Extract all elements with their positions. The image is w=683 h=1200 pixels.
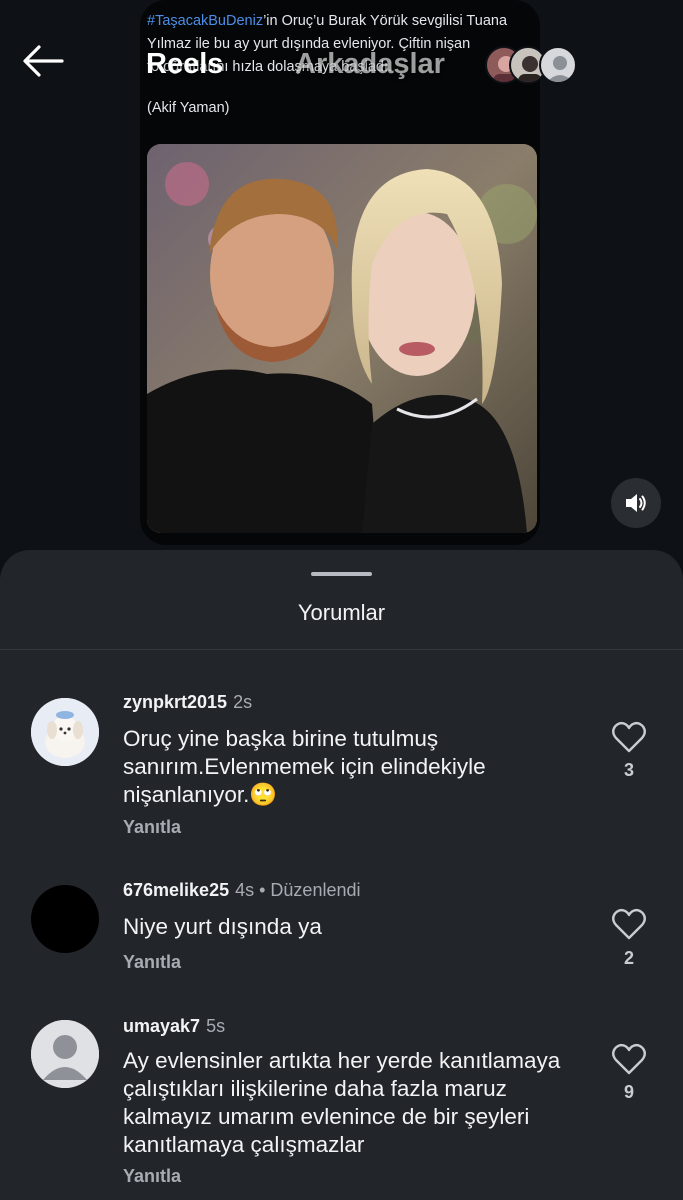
comment-avatar[interactable] xyxy=(31,698,99,766)
comment-time: 2s xyxy=(233,692,253,712)
comment-avatar[interactable] xyxy=(31,1020,99,1088)
separator-dot: • xyxy=(259,880,266,900)
tab-reels[interactable]: Reels xyxy=(146,48,223,81)
friend-avatar xyxy=(539,46,577,84)
comments-sheet: Yorumlar zynpkrt2015 2s Oruç yine başka b… xyxy=(0,550,683,1200)
couple-photo-illustration xyxy=(147,144,537,533)
heart-icon xyxy=(612,721,646,753)
comment-text: Ay evlensinler artıkta her yerde kanıtla… xyxy=(123,1048,561,1157)
post-photo xyxy=(147,144,537,533)
comment-header: 676melike25 4s • Düzenlendi xyxy=(123,880,360,901)
top-bar: Reels Arkadaşlar xyxy=(0,30,683,100)
heart-icon xyxy=(612,908,646,940)
reply-button[interactable]: Yanıtla xyxy=(123,952,181,973)
back-button[interactable] xyxy=(20,44,70,88)
comment-header: zynpkrt2015 2s xyxy=(123,692,252,713)
like-button[interactable] xyxy=(611,1042,647,1076)
back-arrow-icon xyxy=(23,45,64,77)
puppy-avatar-icon xyxy=(31,698,99,766)
comment-avatar[interactable] xyxy=(31,885,99,953)
comment-username[interactable]: umayak7 xyxy=(123,1016,200,1036)
sound-toggle-button[interactable] xyxy=(611,478,661,528)
like-button[interactable] xyxy=(611,907,647,941)
reply-button[interactable]: Yanıtla xyxy=(123,817,181,838)
like-count: 9 xyxy=(623,1082,634,1102)
comment-text: Niye yurt dışında ya xyxy=(123,914,322,939)
like-count: 3 xyxy=(623,760,634,780)
comment-username[interactable]: 676melike25 xyxy=(123,880,229,900)
sheet-drag-handle[interactable] xyxy=(311,572,372,576)
heart-icon xyxy=(612,1043,646,1075)
speaker-icon xyxy=(626,494,646,512)
comment-time: 4s xyxy=(235,880,255,900)
like-button[interactable] xyxy=(611,720,647,754)
default-avatar-icon xyxy=(31,1020,99,1088)
edited-label: Düzenlendi xyxy=(270,880,361,900)
comment-username[interactable]: zynpkrt2015 xyxy=(123,692,227,712)
tab-friends[interactable]: Arkadaşlar xyxy=(295,48,445,81)
like-count: 2 xyxy=(623,948,634,968)
comment-time: 5s xyxy=(206,1016,226,1036)
comment-header: umayak7 5s xyxy=(123,1016,225,1037)
reel-area: #TaşacakBuDeniz’in Oruç’u Burak Yörük se… xyxy=(0,0,683,560)
sheet-title: Yorumlar xyxy=(297,600,386,625)
reply-button[interactable]: Yanıtla xyxy=(123,1166,181,1187)
sheet-divider xyxy=(0,649,683,650)
post-hashtag[interactable]: #TaşacakBuDeniz xyxy=(147,13,263,29)
post-credit: (Akif Yaman) xyxy=(147,100,230,116)
comment-text: Oruç yine başka birine tutulmuş sanırım.… xyxy=(123,726,486,807)
friends-avatar-stack[interactable] xyxy=(485,46,585,86)
